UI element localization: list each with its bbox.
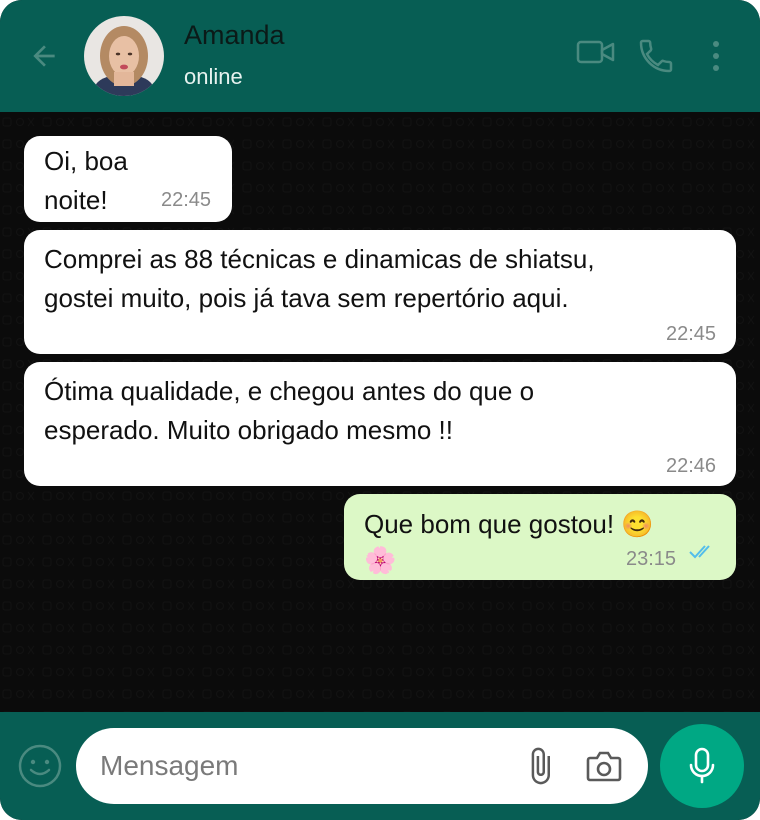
message-input-placeholder: Mensagem	[100, 750, 239, 781]
message-time: 22:45	[161, 189, 212, 211]
contact-avatar[interactable]	[84, 16, 164, 96]
video-call-icon[interactable]	[576, 36, 616, 68]
chat-header: Amanda online	[0, 0, 760, 112]
read-receipt-icon	[689, 545, 710, 559]
microphone-button[interactable]	[660, 724, 744, 808]
contact-name[interactable]: Amanda	[184, 20, 285, 51]
message-text: Oi, boa noite!	[44, 146, 128, 215]
microphone-icon	[689, 747, 715, 784]
message-text: Que bom que gostou! 😊 🌸	[364, 509, 654, 575]
message-input[interactable]: Mensagem	[76, 728, 648, 804]
attach-icon[interactable]	[520, 746, 560, 786]
message-text: Ótima qualidade, e chegou antes do que o…	[44, 376, 535, 445]
message-time: 22:46	[666, 455, 717, 477]
message-bubble-incoming[interactable]: Oi, boa noite! 22:45	[24, 136, 232, 222]
message-text: Comprei as 88 técnicas e dinamicas de sh…	[44, 244, 595, 313]
more-vertical-icon[interactable]	[702, 38, 730, 74]
message-time: 23:15	[626, 548, 677, 570]
message-bubble-incoming[interactable]: Comprei as 88 técnicas e dinamicas de sh…	[24, 230, 736, 354]
message-list[interactable]: Oi, boa noite! 22:45 Comprei as 88 técni…	[0, 112, 760, 712]
message-bubble-outgoing[interactable]: Que bom que gostou! 😊 🌸 23:15	[344, 494, 736, 580]
back-arrow-icon[interactable]	[28, 40, 60, 72]
contact-status: online	[184, 64, 243, 89]
voice-call-icon[interactable]	[636, 36, 676, 76]
camera-icon[interactable]	[584, 748, 624, 784]
message-bubble-incoming[interactable]: Ótima qualidade, e chegou antes do que o…	[24, 362, 736, 486]
chat-window: Amanda online Oi, boa noite! 22:45 Compr…	[0, 0, 760, 820]
message-time: 22:45	[666, 323, 717, 345]
emoji-icon[interactable]	[16, 742, 64, 790]
